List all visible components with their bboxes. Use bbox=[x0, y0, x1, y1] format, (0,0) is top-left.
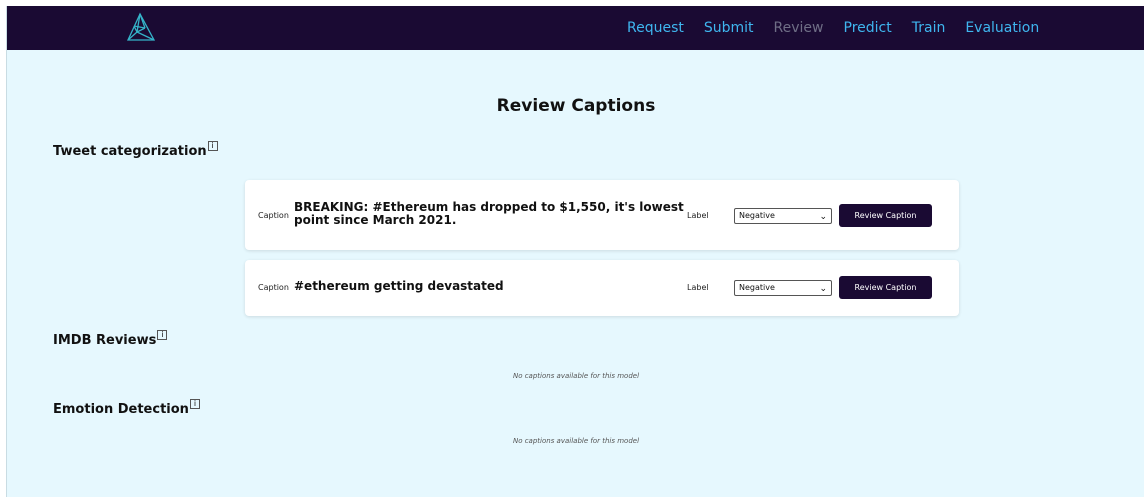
section-heading-tweet-categorization: Tweet categorization i bbox=[53, 141, 218, 159]
chevron-down-icon: ⌄ bbox=[819, 284, 827, 294]
section-heading-imdb-reviews: IMDB Reviews i bbox=[53, 330, 168, 348]
caption-label: Caption bbox=[258, 283, 289, 292]
label-select-value: Negative bbox=[739, 283, 775, 292]
nav-evaluation[interactable]: Evaluation bbox=[965, 20, 1039, 36]
caption-text: #ethereum getting devastated bbox=[294, 279, 504, 293]
section-heading-label: Emotion Detection bbox=[53, 402, 189, 417]
review-caption-button[interactable]: Review Caption bbox=[839, 276, 932, 299]
label-select[interactable]: Negative ⌄ bbox=[734, 280, 832, 296]
label-select-value: Negative bbox=[739, 211, 775, 220]
section-heading-emotion-detection: Emotion Detection i bbox=[53, 399, 200, 417]
label-select[interactable]: Negative ⌄ bbox=[734, 208, 832, 224]
info-icon[interactable]: i bbox=[157, 330, 168, 340]
nav-links: Request Submit Review Predict Train Eval… bbox=[627, 6, 1059, 50]
nav-submit[interactable]: Submit bbox=[704, 20, 754, 36]
top-navbar: Request Submit Review Predict Train Eval… bbox=[7, 6, 1144, 50]
label-label: Label bbox=[687, 211, 709, 220]
info-icon[interactable]: i bbox=[189, 399, 200, 409]
caption-card: Caption #ethereum getting devastated Lab… bbox=[245, 260, 959, 316]
empty-captions-message: No captions available for this model bbox=[512, 372, 640, 380]
triangle-network-logo-icon[interactable] bbox=[125, 12, 157, 44]
nav-predict[interactable]: Predict bbox=[844, 20, 892, 36]
section-heading-label: IMDB Reviews bbox=[53, 333, 157, 348]
caption-label: Caption bbox=[258, 211, 289, 220]
nav-review[interactable]: Review bbox=[774, 20, 824, 36]
page-title: Review Captions bbox=[496, 96, 656, 116]
label-label: Label bbox=[687, 283, 709, 292]
section-heading-label: Tweet categorization bbox=[53, 144, 207, 159]
app-frame: Request Submit Review Predict Train Eval… bbox=[6, 6, 1144, 497]
caption-card: Caption BREAKING: #Ethereum has dropped … bbox=[245, 180, 959, 250]
nav-request[interactable]: Request bbox=[627, 20, 684, 36]
empty-captions-message: No captions available for this model bbox=[512, 437, 640, 445]
review-caption-button[interactable]: Review Caption bbox=[839, 204, 932, 227]
caption-text: BREAKING: #Ethereum has dropped to $1,55… bbox=[294, 200, 684, 227]
chevron-down-icon: ⌄ bbox=[819, 212, 827, 222]
info-icon[interactable]: i bbox=[207, 141, 218, 151]
nav-train[interactable]: Train bbox=[912, 20, 946, 36]
